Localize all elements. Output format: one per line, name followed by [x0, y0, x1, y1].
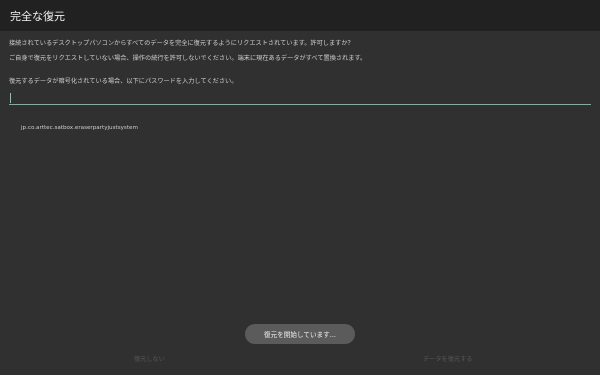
do-not-restore-button[interactable]: 復元しない — [134, 354, 165, 363]
package-name: jp.co.arttec.satbox.eraserpartyjustsyste… — [21, 125, 138, 131]
restore-request-message: 接続されているデスクトップパソコンからすべてのデータを完全に復元するようにリクエ… — [9, 40, 354, 47]
text-cursor — [10, 93, 11, 103]
warning-message: ご自身で復元をリクエストしていない場合、操作の続行を許可しないでください。端末に… — [9, 55, 367, 62]
password-field[interactable] — [9, 90, 591, 105]
restore-data-button[interactable]: データを復元する — [423, 354, 473, 363]
full-restore-screen: 完全な復元 接続されているデスクトップパソコンからすべてのデータを完全に復元する… — [0, 0, 600, 375]
restore-progress-toast: 復元を開始しています... — [245, 324, 355, 344]
page-title: 完全な復元 — [10, 10, 65, 23]
title-bar: 完全な復元 — [0, 0, 600, 31]
password-instruction: 復元するデータが暗号化されている場合、以下にパスワードを入力してください。 — [9, 78, 238, 85]
